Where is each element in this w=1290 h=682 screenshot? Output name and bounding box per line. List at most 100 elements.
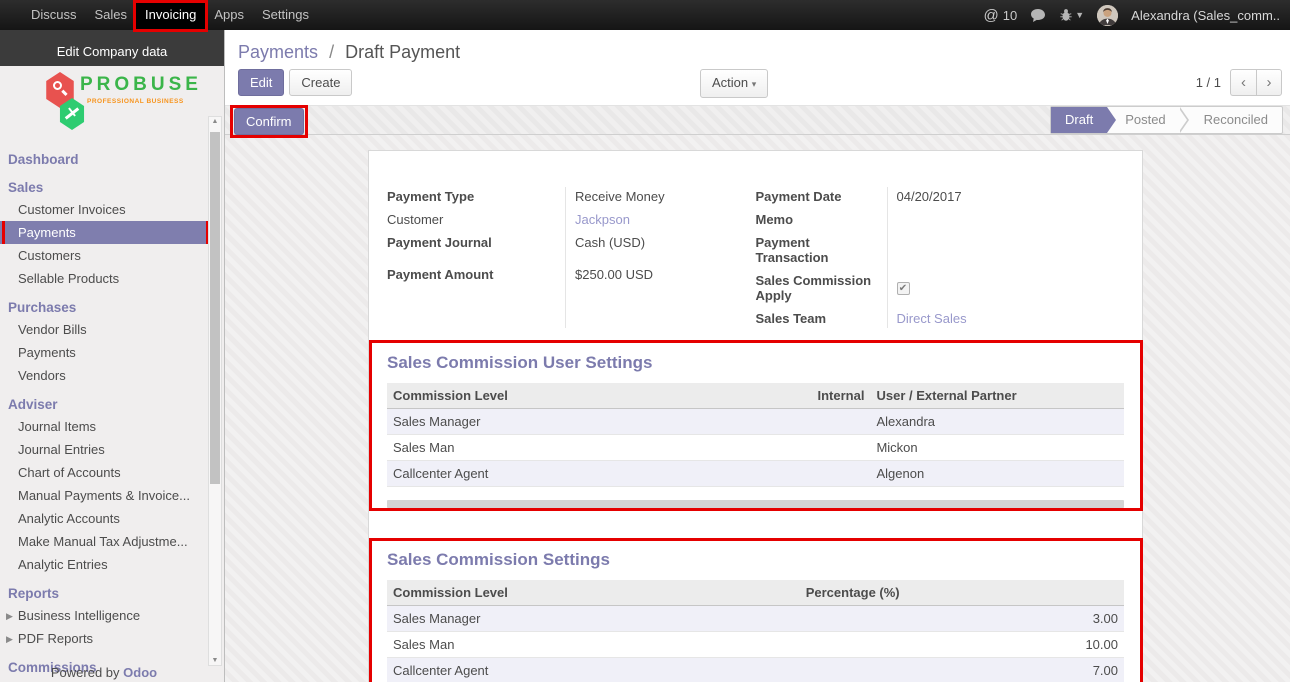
expand-arrow-icon[interactable]: ▶ <box>6 634 13 644</box>
chevron-down-icon: ▼ <box>1075 10 1084 20</box>
chevron-down-icon: ▾ <box>752 79 757 89</box>
nav-item-sales[interactable]: Sales <box>86 0 137 30</box>
sidebar-item-payments[interactable]: Payments <box>0 221 208 244</box>
section-title-sales-commission-user-settings: Sales Commission User Settings <box>387 353 1124 373</box>
chat-bubble-icon[interactable] <box>1030 8 1046 23</box>
field-value-sales-commission-apply: ✔ <box>887 269 1125 307</box>
sidebar-menu: DashboardSalesCustomer InvoicesPaymentsC… <box>0 149 224 682</box>
edit-button[interactable]: Edit <box>238 69 284 96</box>
user-menu[interactable]: Alexandra (Sales_comm.. <box>1131 8 1280 23</box>
cell-value: Alexandra <box>870 409 1124 435</box>
status-bar: Confirm DraftPosted Reconciled <box>225 105 1290 135</box>
field-value-payment-transaction <box>887 231 1125 269</box>
payment-form: Payment TypeReceive MoneyCustomerJackpso… <box>387 185 1124 330</box>
mention-count: 10 <box>1003 8 1017 23</box>
state-posted[interactable]: Posted <box>1107 107 1179 133</box>
sidebar-item-customers[interactable]: Customers <box>0 244 208 267</box>
field-value-payment-amount: $250.00 USD <box>565 263 756 286</box>
cell-value: Algenon <box>870 461 1124 487</box>
avatar[interactable] <box>1097 5 1118 26</box>
action-dropdown[interactable]: Action ▾ <box>700 69 768 98</box>
table-row: Callcenter Agent7.00 <box>387 658 1124 682</box>
column-header-user-partner: User / External Partner <box>870 383 1124 409</box>
confirm-button[interactable]: Confirm <box>234 108 304 135</box>
odoo-link[interactable]: Odoo <box>123 665 157 680</box>
field-row-sales-commission-apply: Sales Commission Apply✔ <box>756 269 1125 307</box>
pager: 1 / 1 ‹ › <box>1196 69 1282 96</box>
sidebar-item-vendors[interactable]: Vendors <box>0 364 208 387</box>
table-row: Sales ManagerAlexandra <box>387 409 1124 435</box>
logo-title: PROBUSE <box>80 74 202 96</box>
logo-subtitle: PROFESSIONAL BUSINESS <box>84 98 184 105</box>
sidebar-item-chart-of-accounts[interactable]: Chart of Accounts <box>0 461 208 484</box>
at-icon: @ <box>984 7 999 24</box>
sidebar-item-manual-payments-invoice[interactable]: Manual Payments & Invoice... <box>0 484 208 507</box>
company-logo: PROBUSE PROFESSIONAL BUSINESS <box>0 66 224 142</box>
field-label-payment-amount: Payment Amount <box>387 263 565 286</box>
pager-previous-button[interactable]: ‹ <box>1230 69 1256 96</box>
sidebar-heading-dashboard[interactable]: Dashboard <box>0 149 224 170</box>
table-row: Sales Man10.00 <box>387 632 1124 658</box>
cell-level: Sales Man <box>387 632 800 658</box>
sidebar-item-sellable-products[interactable]: Sellable Products <box>0 267 208 290</box>
sidebar-heading-purchases[interactable]: Purchases <box>0 297 224 318</box>
edit-company-button[interactable]: Edit Company data <box>0 30 224 66</box>
state-draft[interactable]: Draft <box>1051 107 1107 133</box>
form-sheet: Payment TypeReceive MoneyCustomerJackpso… <box>368 150 1143 682</box>
cell-value: 10.00 <box>800 632 1124 658</box>
checkbox-sales-commission-apply[interactable]: ✔ <box>897 282 910 295</box>
sidebar-heading-reports[interactable]: Reports <box>0 583 224 604</box>
table-row: Sales Manager3.00 <box>387 606 1124 632</box>
breadcrumb-payments-link[interactable]: Payments <box>238 42 318 62</box>
column-header-commission-level: Commission LevelInternal <box>387 383 870 409</box>
nav-item-discuss[interactable]: Discuss <box>22 0 86 30</box>
sidebar-item-vendor-bills[interactable]: Vendor Bills <box>0 318 208 341</box>
sidebar-item-payments[interactable]: Payments <box>0 341 208 364</box>
sidebar-item-pdf-reports[interactable]: ▶PDF Reports <box>0 627 208 650</box>
create-button[interactable]: Create <box>289 69 352 96</box>
field-row-payment-journal: Payment JournalCash (USD) <box>387 231 756 254</box>
sidebar-heading-sales[interactable]: Sales <box>0 177 224 198</box>
field-value-customer[interactable]: Jackpson <box>565 208 756 231</box>
cell-value: 3.00 <box>800 606 1124 632</box>
table-header-row: Commission LevelInternalUser / External … <box>387 383 1124 409</box>
sidebar-item-journal-items[interactable]: Journal Items <box>0 415 208 438</box>
field-value-sales-team[interactable]: Direct Sales <box>887 307 1125 330</box>
sidebar-item-journal-entries[interactable]: Journal Entries <box>0 438 208 461</box>
field-label-memo: Memo <box>756 208 887 231</box>
scrollbar-thumb[interactable] <box>210 132 220 484</box>
sidebar-item-analytic-accounts[interactable]: Analytic Accounts <box>0 507 208 530</box>
header-mid-text: Internal <box>818 388 865 403</box>
field-label-payment-date: Payment Date <box>756 185 887 208</box>
pager-next-button[interactable]: › <box>1256 69 1282 96</box>
field-row-payment-transaction: Payment Transaction <box>756 231 1125 269</box>
column-header-percentage: Percentage (%) <box>800 580 1124 606</box>
sidebar-scrollbar[interactable]: ▲ ▼ <box>208 116 222 666</box>
field-label-customer: Customer <box>387 208 565 231</box>
sidebar-item-analytic-entries[interactable]: Analytic Entries <box>0 553 208 576</box>
horizontal-scrollbar[interactable] <box>387 500 1124 508</box>
cell-value: 7.00 <box>800 658 1124 682</box>
scroll-down-icon[interactable]: ▼ <box>209 657 221 664</box>
state-reconciled[interactable]: Reconciled <box>1190 107 1282 133</box>
nav-item-apps[interactable]: Apps <box>205 0 253 30</box>
section-sales-commission-settings: Sales Commission SettingsCommission Leve… <box>387 550 1124 682</box>
sidebar-item-make-manual-tax-adjustme[interactable]: Make Manual Tax Adjustme... <box>0 530 208 553</box>
scroll-up-icon[interactable]: ▲ <box>209 118 221 125</box>
sidebar-item-business-intelligence[interactable]: ▶Business Intelligence <box>0 604 208 627</box>
expand-arrow-icon[interactable]: ▶ <box>6 611 13 621</box>
mentions-counter[interactable]: @ 10 <box>984 7 1018 24</box>
annotation-box-invoicing <box>133 0 208 32</box>
table-row: Sales ManMickon <box>387 435 1124 461</box>
bug-icon[interactable]: ▼ <box>1059 8 1084 22</box>
sidebar: Edit Company data PROBUSE PROFESSIONAL B… <box>0 30 225 682</box>
nav-item-invoicing[interactable]: Invoicing <box>136 0 205 30</box>
form-background: Payment TypeReceive MoneyCustomerJackpso… <box>225 135 1290 682</box>
sidebar-item-customer-invoices[interactable]: Customer Invoices <box>0 198 208 221</box>
nav-item-settings[interactable]: Settings <box>253 0 318 30</box>
field-row-payment-amount: Payment Amount$250.00 USD <box>387 263 756 286</box>
cell-level: Sales Man <box>387 435 870 461</box>
sidebar-heading-adviser[interactable]: Adviser <box>0 394 224 415</box>
state-widget: DraftPosted Reconciled <box>1050 106 1283 134</box>
section-sales-commission-user-settings: Sales Commission User Settings Commission… <box>387 353 1124 508</box>
